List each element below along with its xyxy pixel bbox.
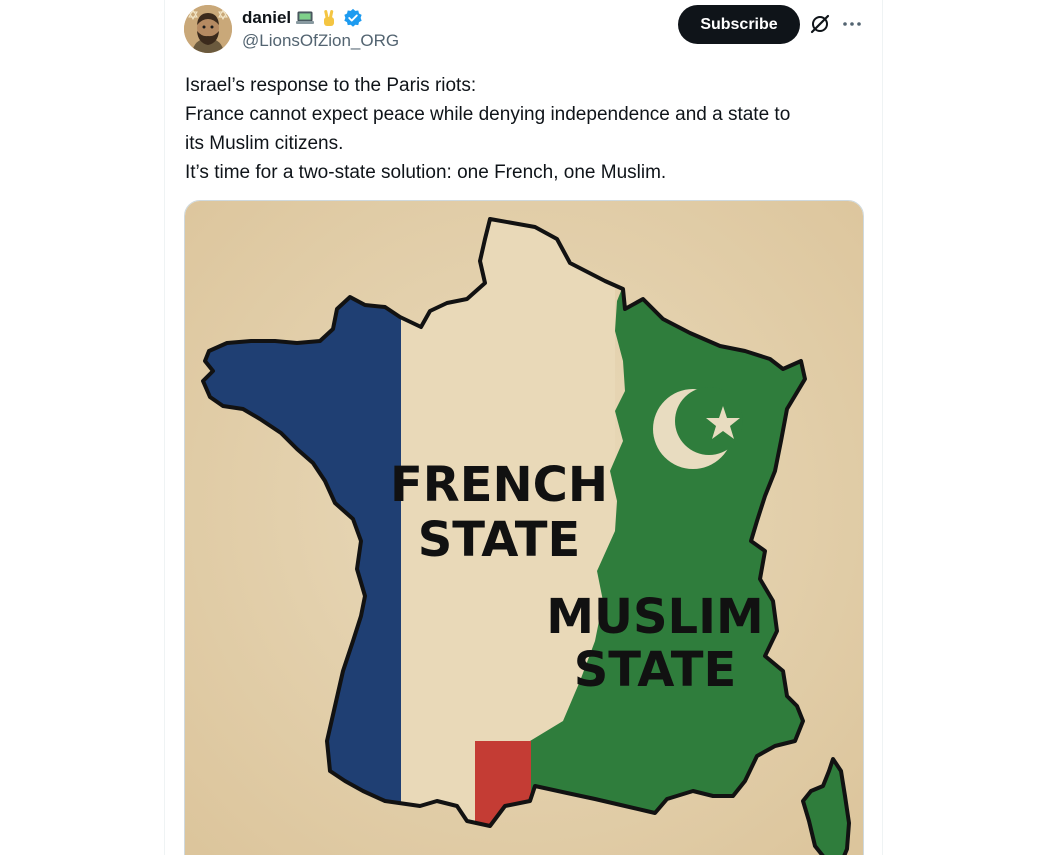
victory-hand-icon — [319, 8, 339, 28]
post-text-line: Israel’s response to the Paris riots: — [185, 75, 477, 96]
verified-badge-icon[interactable] — [343, 8, 363, 28]
more-options-icon[interactable] — [840, 12, 864, 36]
post-page: daniel @LionsOfZion_ORG Subscribe Israel… — [0, 0, 1050, 855]
subscribe-button[interactable]: Subscribe — [678, 5, 800, 44]
timeline-border-left — [164, 0, 165, 855]
avatar[interactable] — [184, 5, 232, 53]
laptop-emoji-icon — [295, 8, 315, 28]
author-display-name[interactable]: daniel — [242, 8, 291, 28]
grok-icon[interactable] — [808, 12, 832, 36]
french-state-label-line2: STATE — [418, 512, 581, 568]
post-text: Israel’s response to the Paris riots: Fr… — [185, 71, 875, 187]
france-map-image: FRENCH STATE MUSLIM STATE — [185, 201, 863, 855]
post-image[interactable]: FRENCH STATE MUSLIM STATE — [184, 200, 864, 855]
post-text-line: It’s time for a two-state solution: one … — [185, 162, 667, 183]
post-text-line: France cannot expect peace while denying… — [185, 104, 791, 125]
post-text-line: its Muslim citizens. — [185, 133, 344, 154]
muslim-state-label-line2: STATE — [574, 642, 737, 698]
french-state-label-line1: FRENCH — [390, 457, 608, 513]
author-handle[interactable]: @LionsOfZion_ORG — [242, 31, 399, 51]
muslim-state-label-line1: MUSLIM — [546, 589, 764, 645]
author-name-row: daniel — [242, 6, 363, 30]
timeline-border-right — [882, 0, 883, 855]
